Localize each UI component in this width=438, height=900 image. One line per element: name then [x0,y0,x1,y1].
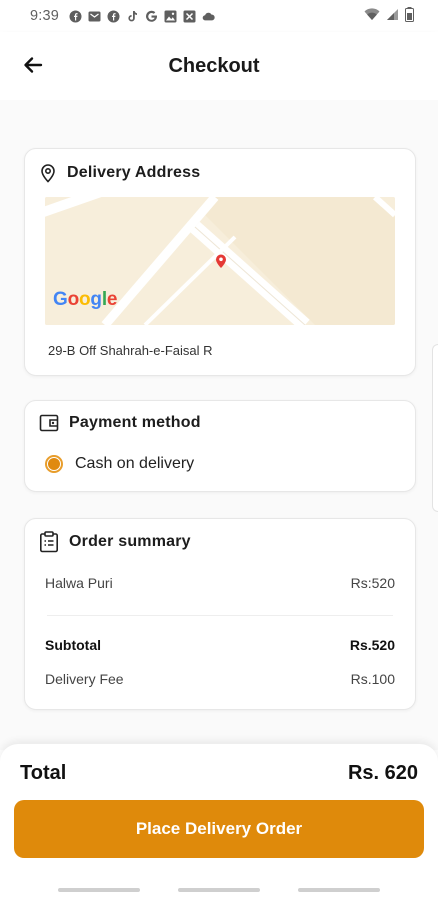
payment-method-title: Payment method [69,414,201,431]
delivery-address-title: Delivery Address [67,164,201,181]
total-label: Total [20,762,67,784]
status-bar: 9:39 [0,0,438,32]
payment-method-header: Payment method [39,413,201,433]
order-item-name: Halwa Puri [45,575,113,591]
nav-home-button[interactable] [178,888,260,892]
order-item-row: Halwa Puri Rs:520 [45,575,395,591]
image-icon [164,10,177,23]
total-row: Total Rs. 620 [20,762,418,785]
delivery-fee-row: Delivery Fee Rs.100 [45,671,395,687]
wifi-icon [364,8,380,24]
notification-icons [69,10,215,23]
order-summary-header: Order summary [39,531,191,553]
map-marker-icon [216,254,226,268]
order-summary-title: Order summary [69,533,191,550]
signal-icon [386,8,399,24]
facebook-icon [69,10,82,23]
checkout-footer: Total Rs. 620 Place Delivery Order [0,744,438,900]
radio-button[interactable] [45,455,63,473]
delivery-fee-value: Rs.100 [350,671,395,687]
payment-option-cash[interactable]: Cash on delivery [45,455,194,473]
delivery-address-header: Delivery Address [39,163,200,183]
google-icon [145,10,158,23]
delivery-address-text: 29-B Off Shahrah-e-Faisal R [48,343,213,358]
place-order-button[interactable]: Place Delivery Order [14,800,424,858]
mail-icon [88,10,101,23]
back-button[interactable] [18,50,48,80]
page-title: Checkout [168,54,260,77]
scroll-handle[interactable] [432,344,438,512]
nav-back-button[interactable] [298,888,380,892]
cloud-icon [202,10,215,23]
payment-option-label: Cash on delivery [75,455,195,472]
battery-icon [405,7,414,25]
order-item-price: Rs:520 [350,575,395,591]
payment-method-card: Payment method Cash on delivery [24,400,416,492]
subtotal-label: Subtotal [45,637,101,653]
system-icons [364,7,414,25]
tiktok-icon [126,10,139,23]
map-view[interactable]: Google [45,197,395,325]
wallet-icon [39,414,59,432]
google-logo: Google [53,289,118,310]
arrow-left-icon [24,57,43,73]
summary-divider [47,615,393,616]
subtotal-value: Rs.520 [349,637,395,653]
delivery-fee-label: Delivery Fee [45,671,124,687]
location-pin-icon [41,164,55,183]
app-bar: Checkout [0,32,438,100]
nav-recents-button[interactable] [58,888,140,892]
facebook-icon [107,10,120,23]
x-close-box-icon [183,10,196,23]
clipboard-icon [39,531,58,553]
total-value: Rs. 620 [347,762,418,784]
subtotal-row: Subtotal Rs.520 [45,637,395,653]
system-nav-bar [0,880,438,900]
status-time: 9:39 [30,8,60,24]
delivery-address-card: Delivery Address Google 29-B Off Shahrah… [24,148,416,376]
checkout-content: Delivery Address Google 29-B Off Shahrah… [0,100,438,750]
order-summary-card: Order summary Halwa Puri Rs:520 Subtotal… [24,518,416,710]
radio-selected-dot [48,458,60,470]
